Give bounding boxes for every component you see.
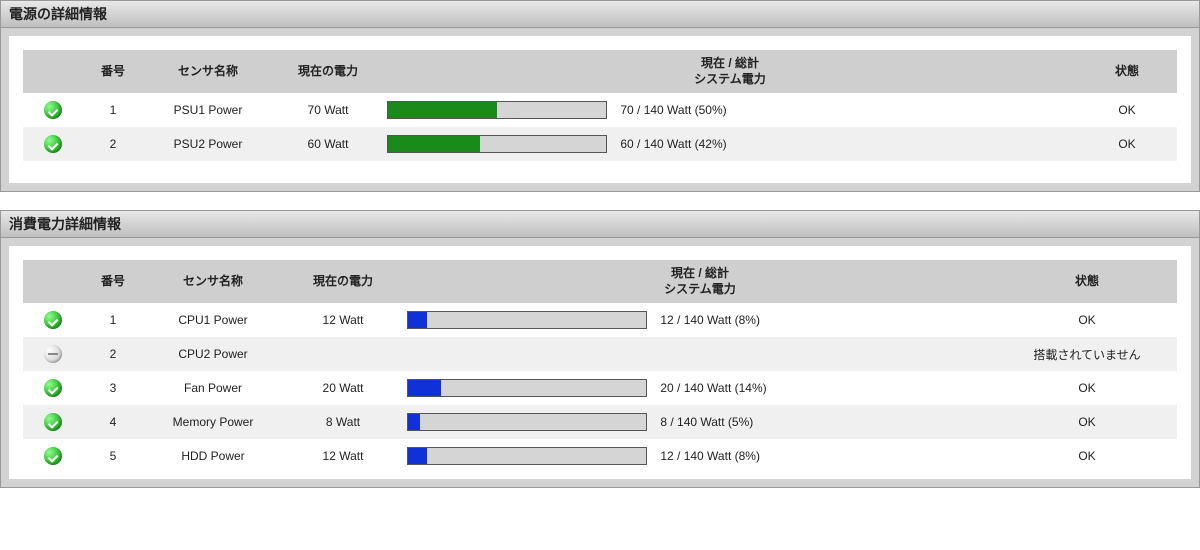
cell-current [283, 337, 403, 371]
col-system: 現在 / 総計 システム電力 [403, 260, 997, 303]
col-system-line1: 現在 / 総計 [671, 266, 729, 280]
cell-num: 4 [83, 405, 143, 439]
progress-bar [387, 101, 607, 119]
cell-system-power: 20 / 140 Watt (14%) [403, 371, 997, 405]
col-system-line1: 現在 / 総計 [701, 56, 759, 70]
col-current: 現在の電力 [273, 50, 383, 93]
cell-num: 2 [83, 337, 143, 371]
cell-current: 60 Watt [273, 127, 383, 161]
cell-system-power: 12 / 140 Watt (8%) [403, 303, 997, 337]
progress-bar [407, 379, 647, 397]
cell-status: 搭載されていません [997, 337, 1177, 371]
cell-num: 2 [83, 127, 143, 161]
cell-status: OK [997, 439, 1177, 473]
consumption-table: 番号 センサ名称 現在の電力 現在 / 総計 システム電力 状態 1 CPU1 … [23, 260, 1177, 473]
cell-sensor: HDD Power [143, 439, 283, 473]
cell-current: 12 Watt [283, 439, 403, 473]
consumption-panel-body: 番号 センサ名称 現在の電力 現在 / 総計 システム電力 状態 1 CPU1 … [9, 246, 1191, 479]
table-row: 1 PSU1 Power 70 Watt 70 / 140 Watt (50%)… [23, 93, 1177, 127]
status-ok-icon [44, 101, 62, 119]
progress-bar-label: 20 / 140 Watt (14%) [660, 381, 766, 395]
status-ok-icon [44, 379, 62, 397]
power-supply-panel-body: 番号 センサ名称 現在の電力 現在 / 総計 システム電力 状態 1 PSU1 … [9, 36, 1191, 183]
progress-bar-fill [388, 136, 480, 152]
cell-sensor: CPU2 Power [143, 337, 283, 371]
cell-system-power: 60 / 140 Watt (42%) [383, 127, 1077, 161]
cell-num: 1 [83, 93, 143, 127]
col-sensor: センサ名称 [143, 50, 273, 93]
consumption-panel-title: 消費電力詳細情報 [1, 211, 1199, 238]
progress-bar-label: 12 / 140 Watt (8%) [660, 449, 760, 463]
progress-bar-fill [408, 448, 427, 464]
col-system-line2: システム電力 [664, 282, 736, 296]
progress-bar [387, 135, 607, 153]
cell-sensor: CPU1 Power [143, 303, 283, 337]
cell-sensor: Memory Power [143, 405, 283, 439]
table-row: 3 Fan Power 20 Watt 20 / 140 Watt (14%) … [23, 371, 1177, 405]
cell-current: 20 Watt [283, 371, 403, 405]
status-ok-icon [44, 447, 62, 465]
status-ok-icon [44, 311, 62, 329]
progress-bar [407, 413, 647, 431]
cell-status: OK [1077, 93, 1177, 127]
cell-status: OK [997, 303, 1177, 337]
cell-sensor: PSU1 Power [143, 93, 273, 127]
cell-sensor: PSU2 Power [143, 127, 273, 161]
status-none-icon [44, 345, 62, 363]
power-supply-table: 番号 センサ名称 現在の電力 現在 / 総計 システム電力 状態 1 PSU1 … [23, 50, 1177, 161]
col-icon [23, 260, 83, 303]
col-system: 現在 / 総計 システム電力 [383, 50, 1077, 93]
power-supply-panel: 電源の詳細情報 番号 センサ名称 現在の電力 現在 / 総計 システム電力 状態 [0, 0, 1200, 192]
consumption-panel: 消費電力詳細情報 番号 センサ名称 現在の電力 現在 / 総計 システム電力 状… [0, 210, 1200, 488]
cell-status: OK [1077, 127, 1177, 161]
col-status: 状態 [1077, 50, 1177, 93]
table-row: 2 CPU2 Power 搭載されていません [23, 337, 1177, 371]
cell-current: 8 Watt [283, 405, 403, 439]
power-supply-panel-title: 電源の詳細情報 [1, 1, 1199, 28]
table-row: 1 CPU1 Power 12 Watt 12 / 140 Watt (8%) … [23, 303, 1177, 337]
progress-bar-fill [408, 312, 427, 328]
table-row: 4 Memory Power 8 Watt 8 / 140 Watt (5%) … [23, 405, 1177, 439]
col-sensor: センサ名称 [143, 260, 283, 303]
progress-bar [407, 447, 647, 465]
status-ok-icon [44, 413, 62, 431]
cell-status: OK [997, 371, 1177, 405]
cell-sensor: Fan Power [143, 371, 283, 405]
status-ok-icon [44, 135, 62, 153]
cell-system-power: 8 / 140 Watt (5%) [403, 405, 997, 439]
progress-bar-label: 60 / 140 Watt (42%) [620, 137, 726, 151]
progress-bar-label: 12 / 140 Watt (8%) [660, 313, 760, 327]
progress-bar-fill [388, 102, 497, 118]
table-header-row: 番号 センサ名称 現在の電力 現在 / 総計 システム電力 状態 [23, 260, 1177, 303]
cell-status: OK [997, 405, 1177, 439]
progress-bar [407, 311, 647, 329]
cell-system-power: 70 / 140 Watt (50%) [383, 93, 1077, 127]
col-system-line2: システム電力 [694, 72, 766, 86]
col-num: 番号 [83, 260, 143, 303]
progress-bar-fill [408, 414, 420, 430]
table-row: 2 PSU2 Power 60 Watt 60 / 140 Watt (42%)… [23, 127, 1177, 161]
cell-current: 70 Watt [273, 93, 383, 127]
progress-bar-label: 70 / 140 Watt (50%) [620, 103, 726, 117]
cell-system-power [403, 337, 997, 371]
cell-system-power: 12 / 140 Watt (8%) [403, 439, 997, 473]
col-icon [23, 50, 83, 93]
table-header-row: 番号 センサ名称 現在の電力 現在 / 総計 システム電力 状態 [23, 50, 1177, 93]
cell-current: 12 Watt [283, 303, 403, 337]
cell-num: 3 [83, 371, 143, 405]
progress-bar-label: 8 / 140 Watt (5%) [660, 415, 753, 429]
cell-num: 5 [83, 439, 143, 473]
cell-num: 1 [83, 303, 143, 337]
col-num: 番号 [83, 50, 143, 93]
col-current: 現在の電力 [283, 260, 403, 303]
col-status: 状態 [997, 260, 1177, 303]
table-row: 5 HDD Power 12 Watt 12 / 140 Watt (8%) O… [23, 439, 1177, 473]
progress-bar-fill [408, 380, 441, 396]
